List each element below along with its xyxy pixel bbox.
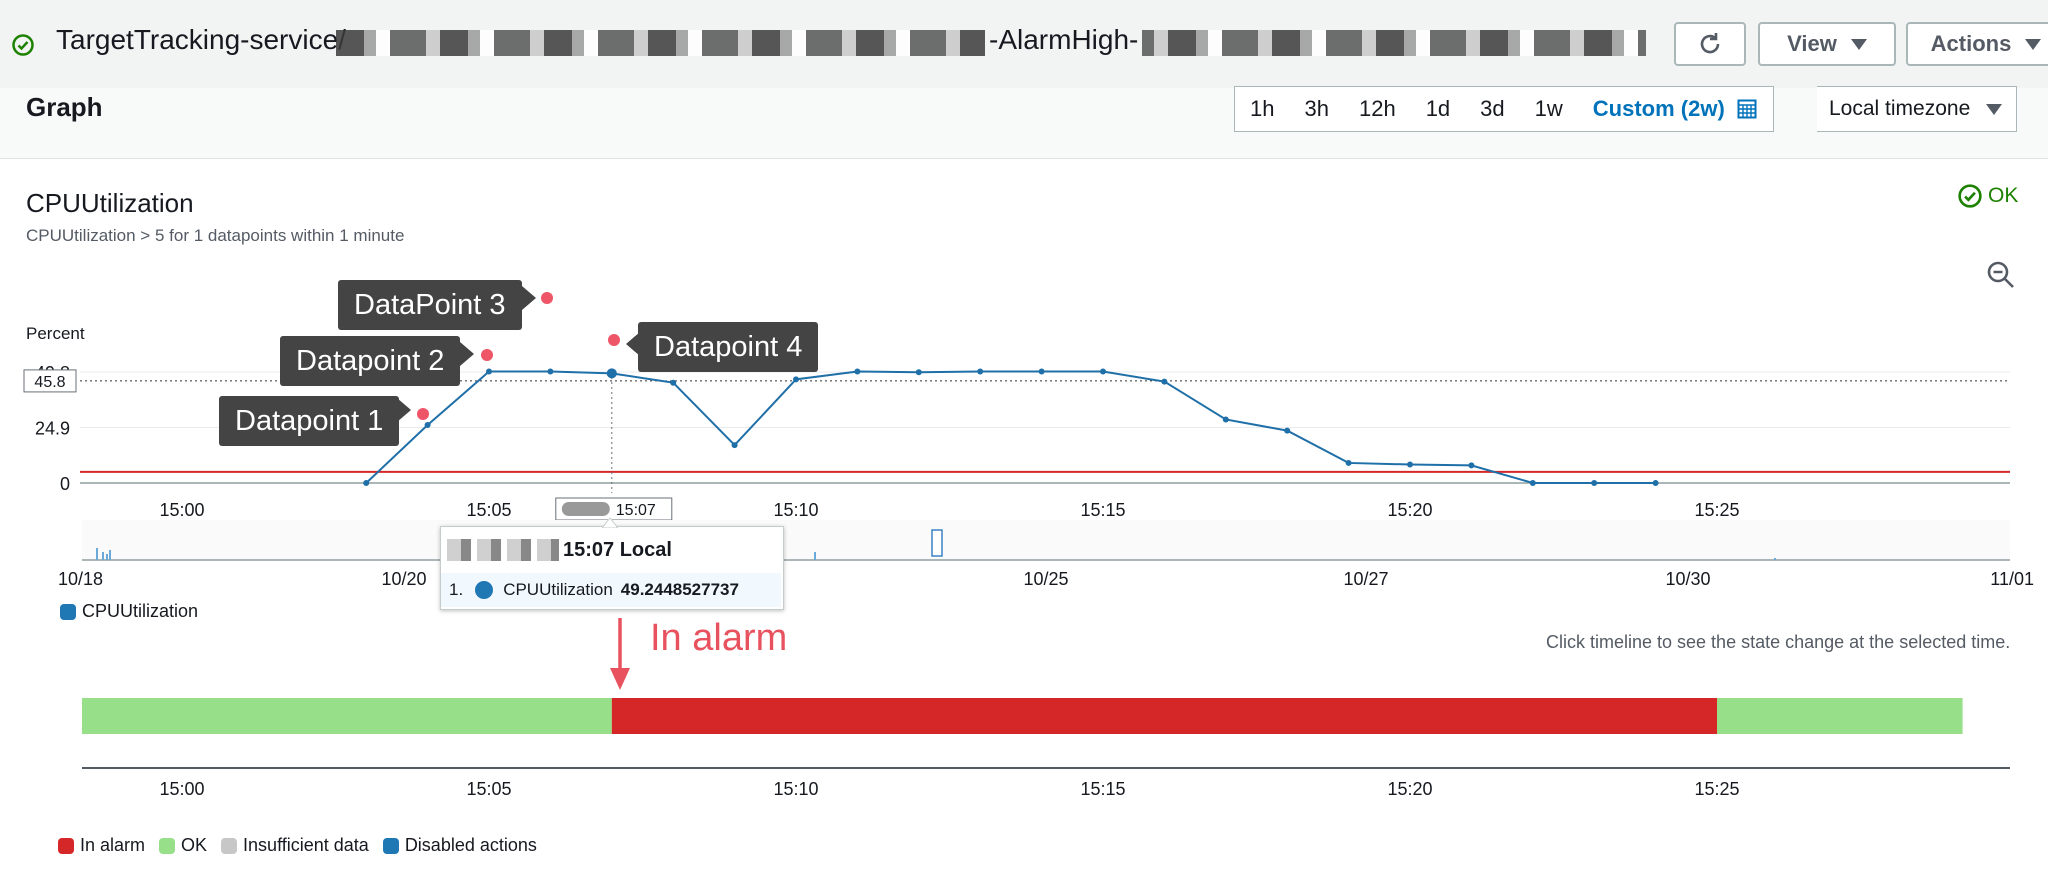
data-point (854, 368, 861, 375)
legend-swatch (58, 837, 74, 854)
data-point (1284, 427, 1291, 434)
calendar-icon (1737, 99, 1757, 119)
series-dot (475, 581, 494, 599)
caret-down-icon (2025, 38, 2042, 50)
marker-datapoint-4 (608, 334, 620, 346)
legend-swatch (159, 837, 176, 854)
annotation-arrow-icon (610, 618, 630, 690)
overview-background (82, 520, 2010, 560)
state-legend: In alarm OK Insufficient data Disabled a… (58, 835, 537, 856)
legend-in-alarm[interactable]: In alarm (58, 835, 145, 856)
series-swatch (60, 603, 76, 620)
data-point (731, 442, 738, 449)
timeline-tick-label: 15:00 (159, 779, 204, 799)
metric-description: CPUUtilization > 5 for 1 datapoints with… (26, 226, 405, 245)
timeline-segment-ok (1717, 698, 1963, 734)
redacted-hover-date (561, 502, 610, 516)
range-3h[interactable]: 3h (1289, 87, 1343, 131)
callout-pointers (397, 286, 640, 422)
view-button[interactable]: View (1758, 22, 1896, 66)
state-timeline[interactable]: 15:00 15:05 15:10 15:15 15:20 15:25 (0, 690, 2048, 800)
overview-tick-label: 11/01 (1990, 569, 2034, 589)
hover-tick-label: 15:07 (616, 502, 656, 519)
range-3d[interactable]: 3d (1465, 87, 1519, 131)
x-tick-label: 15:10 (773, 500, 818, 520)
overview-tick-label: 10/27 (1343, 569, 1388, 589)
y-tick-label: 0 (60, 474, 70, 494)
overview-tick-label: 10/25 (1023, 569, 1068, 589)
timeline-tick-label: 15:05 (466, 779, 511, 799)
ok-check-icon (1958, 184, 1982, 208)
state-badge: OK (1958, 184, 2018, 208)
series-legend[interactable]: CPUUtilization (60, 601, 198, 622)
refresh-button[interactable] (1674, 22, 1746, 66)
metric-name: CPUUtilization (26, 188, 194, 218)
x-tick-label: 15:15 (1080, 500, 1125, 520)
in-alarm-annotation: In alarm (650, 617, 788, 659)
caret-down-icon (1850, 38, 1867, 50)
data-point (1529, 480, 1536, 486)
marker-datapoint-1 (417, 408, 429, 420)
overview-strip[interactable]: 10/18 10/20 10/25 10/27 10/30 11/01 (0, 520, 2048, 590)
zoom-out-icon[interactable] (1986, 260, 2016, 290)
overview-tick-label: 10/20 (381, 569, 426, 589)
x-tick-label: 15:25 (1694, 500, 1739, 520)
legend-swatch (382, 837, 399, 854)
range-12h[interactable]: 12h (1344, 87, 1411, 131)
overview-tick-label: 10/30 (1665, 569, 1710, 589)
x-tick-label: 15:05 (466, 500, 511, 520)
timeline-tick-label: 15:15 (1080, 779, 1125, 799)
x-tick-label: 15:20 (1387, 500, 1432, 520)
data-point (1161, 378, 1168, 385)
marker-datapoint-3 (541, 292, 553, 304)
data-point (915, 369, 922, 376)
legend-insufficient-data[interactable]: Insufficient data (221, 835, 369, 856)
data-point (1652, 480, 1659, 486)
caret-down-icon (1986, 103, 2002, 115)
data-point (1345, 459, 1352, 466)
data-point (363, 480, 370, 486)
data-point (1222, 416, 1229, 423)
marker-datapoint-2 (481, 349, 493, 361)
timeline-hint: Click timeline to see the state change a… (1546, 632, 2011, 652)
tooltip-row: 1. CPUUtilization 49.2448527737 (441, 573, 781, 607)
data-point (1100, 368, 1106, 375)
data-point (1468, 462, 1475, 469)
redacted-date (447, 539, 559, 561)
range-1w[interactable]: 1w (1520, 87, 1578, 131)
data-point (1591, 480, 1598, 486)
data-point (1038, 368, 1045, 375)
range-1h[interactable]: 1h (1235, 87, 1289, 131)
overview-handle (931, 529, 943, 557)
timeline-tick-label: 15:10 (773, 779, 818, 799)
legend-disabled-actions[interactable]: Disabled actions (382, 835, 537, 856)
actions-button[interactable]: Actions (1906, 22, 2048, 66)
timeline-segment-in-alarm (611, 698, 1717, 734)
range-custom[interactable]: Custom (2w) (1578, 87, 1773, 131)
timeline-tick-label: 15:20 (1387, 779, 1432, 799)
tooltip-time: 15:07 Local (563, 539, 672, 561)
timezone-select[interactable]: Local timezone (1817, 86, 2017, 132)
legend-swatch (221, 837, 238, 854)
x-tick-label: 15:00 (159, 500, 204, 520)
graph-title: Graph (26, 92, 103, 122)
hover-tooltip: 15:07 Local 1. CPUUtilization 49.2448527… (440, 526, 784, 610)
legend-ok[interactable]: OK (159, 835, 207, 856)
data-point (1407, 461, 1413, 468)
overview-tick-label: 10/18 (58, 569, 103, 589)
refresh-icon (1700, 33, 1720, 54)
timeline-tick-label: 15:25 (1694, 779, 1739, 799)
tooltip-pointer (602, 517, 618, 528)
time-range-selector: 1h 3h 12h 1d 3d 1w Custom (2w) (1234, 86, 1774, 132)
timeline-segment-ok (82, 698, 612, 734)
alarm-title: TargetTracking-service/ (56, 24, 346, 55)
data-point (977, 368, 984, 375)
range-1d[interactable]: 1d (1411, 87, 1465, 131)
ok-status-icon (12, 34, 34, 56)
alarm-title-suffix: -AlarmHigh- (985, 24, 1143, 56)
data-point (793, 376, 799, 383)
